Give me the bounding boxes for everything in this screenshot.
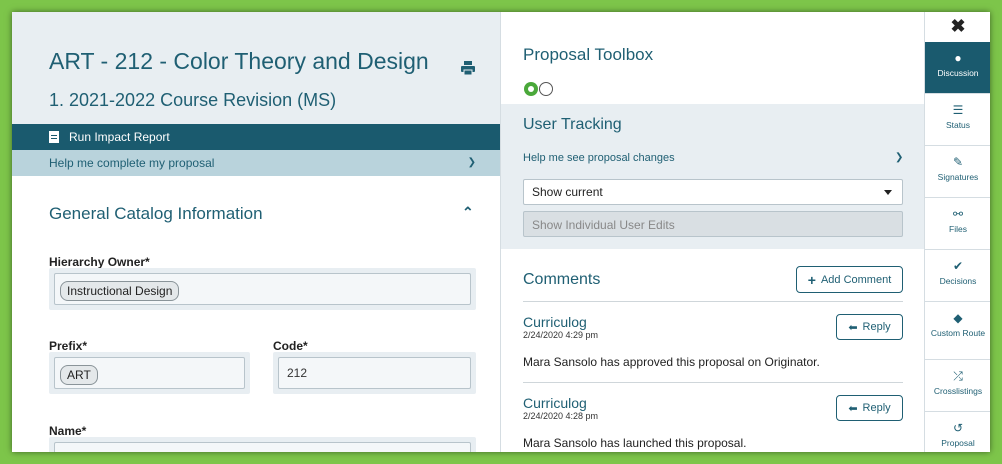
comment-body: Mara Sansolo has approved this proposal …: [523, 355, 820, 369]
reply-button[interactable]: ⬅ Reply: [836, 395, 903, 421]
proposal-form-pane: ART - 212 - Color Theory and Design 1. 2…: [12, 12, 500, 452]
section-title: General Catalog Information: [49, 204, 263, 223]
comment-body: Mara Sansolo has launched this proposal.: [523, 436, 747, 450]
document-icon: [49, 131, 59, 143]
pen-icon: ✎: [952, 155, 964, 169]
chevron-down-icon[interactable]: ❯: [895, 152, 903, 163]
proposal-subtitle: 1. 2021-2022 Course Revision (MS): [49, 90, 337, 110]
plus-icon: +: [807, 271, 816, 288]
prefix-chip[interactable]: ART: [60, 365, 98, 385]
rail-label: Crosslistings: [933, 386, 983, 396]
prefix-label: Prefix*: [49, 339, 88, 353]
help-changes-toggle[interactable]: Help me see proposal changes: [523, 152, 675, 164]
hierarchy-owner-chip[interactable]: Instructional Design: [60, 281, 180, 301]
rail-item-status[interactable]: ☰ Status: [925, 94, 990, 146]
thumbs-up-toggle-icon[interactable]: [524, 82, 538, 96]
rail-item-crosslistings[interactable]: ⤮ Crosslistings: [925, 360, 990, 412]
hierarchy-owner-label: Hierarchy Owner*: [49, 255, 150, 269]
name-container: [49, 437, 476, 452]
hierarchy-owner-container: Instructional Design: [49, 268, 476, 310]
impact-report-label: Run Impact Report: [69, 130, 170, 144]
rail-item-signatures[interactable]: ✎ Signatures: [925, 146, 990, 198]
paperclip-icon: ⚯: [952, 207, 964, 221]
rail-item-proposal[interactable]: ↺ Proposal: [925, 412, 990, 452]
radio-toggle-icon[interactable]: [539, 82, 553, 96]
list-icon: ☰: [952, 103, 964, 117]
code-container: 212: [273, 352, 476, 394]
rail-label: Proposal: [941, 438, 975, 448]
rail-label: Custom Route: [930, 328, 986, 338]
divider: [523, 382, 903, 383]
comment-author: Curriculog: [523, 314, 587, 330]
rail-label: Discussion: [937, 68, 979, 78]
code-field[interactable]: 212: [278, 357, 471, 389]
rail-label: Signatures: [937, 172, 979, 182]
add-comment-button[interactable]: + Add Comment: [796, 266, 903, 293]
history-icon: ↺: [952, 421, 964, 435]
code-value: 212: [287, 366, 308, 380]
rail-item-discussion[interactable]: ● Discussion: [925, 42, 990, 94]
comment-date: 2/24/2020 4:28 pm: [523, 411, 599, 421]
check-icon: ✔: [952, 259, 964, 273]
proposal-toolbox-pane: Proposal Toolbox User Tracking Help me s…: [500, 12, 924, 452]
comment-date: 2/24/2020 4:29 pm: [523, 330, 599, 340]
user-tracking-title: User Tracking: [523, 116, 622, 133]
name-label: Name*: [49, 424, 87, 438]
shuffle-icon: ⤮: [953, 369, 963, 383]
run-impact-report-button[interactable]: Run Impact Report: [12, 124, 500, 150]
course-title: ART - 212 - Color Theory and Design: [49, 48, 429, 74]
chevron-down-icon: ❯: [467, 157, 476, 168]
help-complete-toggle[interactable]: Help me complete my proposal ❯: [12, 150, 500, 176]
rail-label: Status: [945, 120, 971, 130]
chevron-up-icon[interactable]: ⌃: [462, 204, 474, 221]
side-rail: ✖ ● Discussion ☰ Status ✎ Signatures ⚯ F…: [924, 12, 990, 452]
close-icon[interactable]: ✖: [925, 16, 990, 37]
speech-bubble-icon: ●: [954, 51, 962, 65]
help-complete-label: Help me complete my proposal: [49, 156, 215, 170]
tracking-view-select[interactable]: Show current: [523, 179, 903, 205]
rail-item-custom-route[interactable]: ◆ Custom Route: [925, 302, 990, 360]
prefix-field[interactable]: ART: [54, 357, 245, 389]
show-individual-edits-button[interactable]: Show Individual User Edits: [523, 211, 903, 237]
comments-title: Comments: [523, 271, 601, 288]
rail-label: Files: [949, 224, 967, 234]
route-icon: ◆: [953, 311, 963, 325]
user-tracking-panel: User Tracking Help me see proposal chang…: [501, 104, 924, 249]
select-value: Show current: [532, 185, 603, 199]
proposal-header: ART - 212 - Color Theory and Design 1. 2…: [12, 12, 500, 124]
toolbox-title: Proposal Toolbox: [523, 45, 654, 64]
prefix-container: ART: [49, 352, 250, 394]
add-comment-label: Add Comment: [820, 273, 892, 286]
caret-down-icon: [884, 190, 892, 195]
hierarchy-owner-field[interactable]: Instructional Design: [54, 273, 471, 305]
divider: [523, 301, 903, 302]
comment-author: Curriculog: [523, 395, 587, 411]
reply-arrow-icon: ⬅: [848, 402, 858, 415]
reply-arrow-icon: ⬅: [848, 321, 858, 334]
code-label: Code*: [273, 339, 308, 353]
app-window: ART - 212 - Color Theory and Design 1. 2…: [12, 12, 990, 452]
reply-button[interactable]: ⬅ Reply: [836, 314, 903, 340]
rail-item-decisions[interactable]: ✔ Decisions: [925, 250, 990, 302]
reply-label: Reply: [862, 402, 891, 414]
rail-item-files[interactable]: ⚯ Files: [925, 198, 990, 250]
reply-label: Reply: [862, 321, 891, 333]
print-icon[interactable]: [460, 60, 476, 76]
rail-label: Decisions: [939, 276, 977, 286]
name-field[interactable]: [54, 442, 471, 452]
